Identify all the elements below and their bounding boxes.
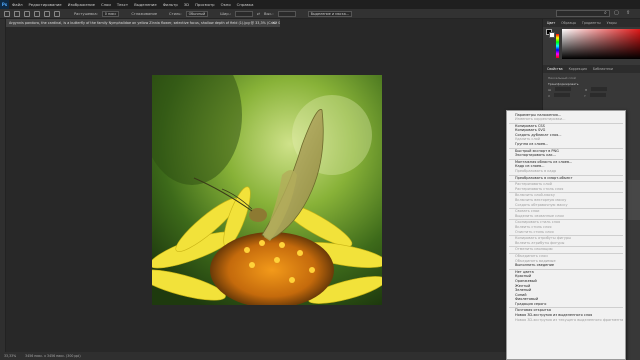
- height-input[interactable]: [277, 10, 296, 17]
- document-tab[interactable]: Argynnis pandora, the cardinal, is a but…: [6, 19, 280, 27]
- x-label: X: [548, 94, 551, 98]
- style-label: Стиль:: [169, 11, 182, 16]
- menu-image[interactable]: Изображение: [65, 2, 98, 7]
- menu-separator: [507, 180, 625, 183]
- marquee-tool-icon[interactable]: [14, 10, 20, 17]
- subtract-selection-icon[interactable]: [44, 10, 50, 17]
- document-size: 3456 пикс. x 3456 пикс. (300 ppi): [25, 354, 81, 358]
- add-selection-icon[interactable]: [34, 10, 40, 17]
- tab-color[interactable]: Цвет: [547, 21, 555, 25]
- background-color-swatch[interactable]: [549, 32, 555, 38]
- workspace-icon[interactable]: ▢: [614, 10, 619, 16]
- feather-input[interactable]: 0 пикс: [101, 10, 120, 17]
- menu-select[interactable]: Выделение: [131, 2, 160, 7]
- home-icon[interactable]: [4, 10, 10, 17]
- photo-image: [152, 75, 382, 305]
- menu-separator: [507, 245, 625, 248]
- tab-gradients[interactable]: Градиенты: [582, 21, 601, 25]
- close-tab-icon[interactable]: ×: [272, 19, 280, 27]
- search-input[interactable]: [556, 10, 610, 17]
- menu-separator: [507, 174, 625, 176]
- y-input[interactable]: [589, 93, 606, 97]
- search-icon[interactable]: ⌕: [604, 10, 607, 16]
- menu-filter[interactable]: Фильтр: [160, 2, 181, 7]
- tab-libraries[interactable]: Библиотеки: [593, 67, 613, 71]
- menu-help[interactable]: Справка: [234, 2, 257, 7]
- menu-separator: [507, 158, 625, 160]
- color-field-graphic: [562, 29, 640, 59]
- menu-file[interactable]: Файл: [9, 2, 26, 7]
- menu-edit[interactable]: Редактирование: [26, 2, 65, 7]
- height-label: Выс.:: [264, 11, 274, 16]
- photoshop-window: Ps Файл Редактирование Изображение Слои …: [0, 0, 640, 360]
- color-panel-tabs: Цвет Образцы Градиенты Узоры: [543, 19, 640, 27]
- swap-icon[interactable]: ⇄: [257, 12, 260, 16]
- layer-context-menu: Параметры наложения... Изменить корректир…: [506, 110, 626, 360]
- tab-swatches[interactable]: Образцы: [561, 21, 576, 25]
- y-label: Y: [584, 94, 586, 98]
- intersect-selection-icon[interactable]: [54, 10, 60, 17]
- menu-separator: [507, 207, 625, 210]
- tab-patterns[interactable]: Узоры: [607, 21, 617, 25]
- zoom-level[interactable]: 33,33%: [4, 354, 16, 358]
- x-input[interactable]: [554, 93, 571, 97]
- hue-slider[interactable]: [556, 34, 559, 58]
- menu-separator: [507, 268, 625, 270]
- transform-xy-row: X Y: [543, 93, 640, 99]
- width-input[interactable]: [235, 10, 253, 17]
- options-bar: Растушевка: 0 пикс Сглаживание Стиль: Об…: [0, 9, 640, 19]
- style-select[interactable]: Обычный: [185, 10, 209, 17]
- w-input[interactable]: [555, 87, 572, 91]
- menu-layer[interactable]: Слои: [98, 2, 114, 7]
- menu-type[interactable]: Текст: [114, 2, 131, 7]
- menu-separator: [507, 234, 625, 237]
- butterfly-photo[interactable]: [152, 75, 382, 305]
- share-icon[interactable]: ⇪: [626, 10, 630, 16]
- status-bar: 33,33% 3456 пикс. x 3456 пикс. (300 ppi): [0, 352, 542, 360]
- menu-3d[interactable]: 3D: [181, 2, 192, 7]
- h-label: В: [585, 88, 588, 92]
- menu-view[interactable]: Просмотр: [192, 2, 218, 7]
- menu-separator: [507, 147, 625, 149]
- layers-panel-stub: [628, 180, 640, 220]
- menu-separator: [507, 252, 625, 254]
- menu-bar: Ps Файл Редактирование Изображение Слои …: [0, 0, 640, 9]
- menu-separator: [507, 191, 625, 194]
- tab-adjustments[interactable]: Коррекция: [569, 67, 587, 71]
- new-selection-icon[interactable]: [24, 10, 30, 17]
- ps-logo-icon[interactable]: Ps: [0, 0, 9, 9]
- properties-panel-tabs: Свойства Коррекция Библиотеки: [543, 65, 640, 73]
- menu-separator: [507, 122, 625, 124]
- width-label: Шир.:: [220, 11, 231, 16]
- smoothing-label[interactable]: Сглаживание: [131, 12, 157, 16]
- menu-window[interactable]: Окно: [218, 2, 234, 7]
- w-label: Ш: [548, 88, 552, 92]
- menu-separator: [507, 218, 625, 221]
- tab-properties[interactable]: Свойства: [547, 67, 563, 71]
- select-and-mask-button[interactable]: Выделение и маска...: [307, 10, 353, 17]
- feather-label: Растушевка:: [74, 11, 98, 16]
- color-picker-field[interactable]: [562, 29, 640, 59]
- h-input[interactable]: [591, 87, 608, 91]
- context-menu-item: Новая 3D-экструзия из текущего выделенно…: [515, 317, 624, 322]
- menu-separator: [507, 306, 625, 309]
